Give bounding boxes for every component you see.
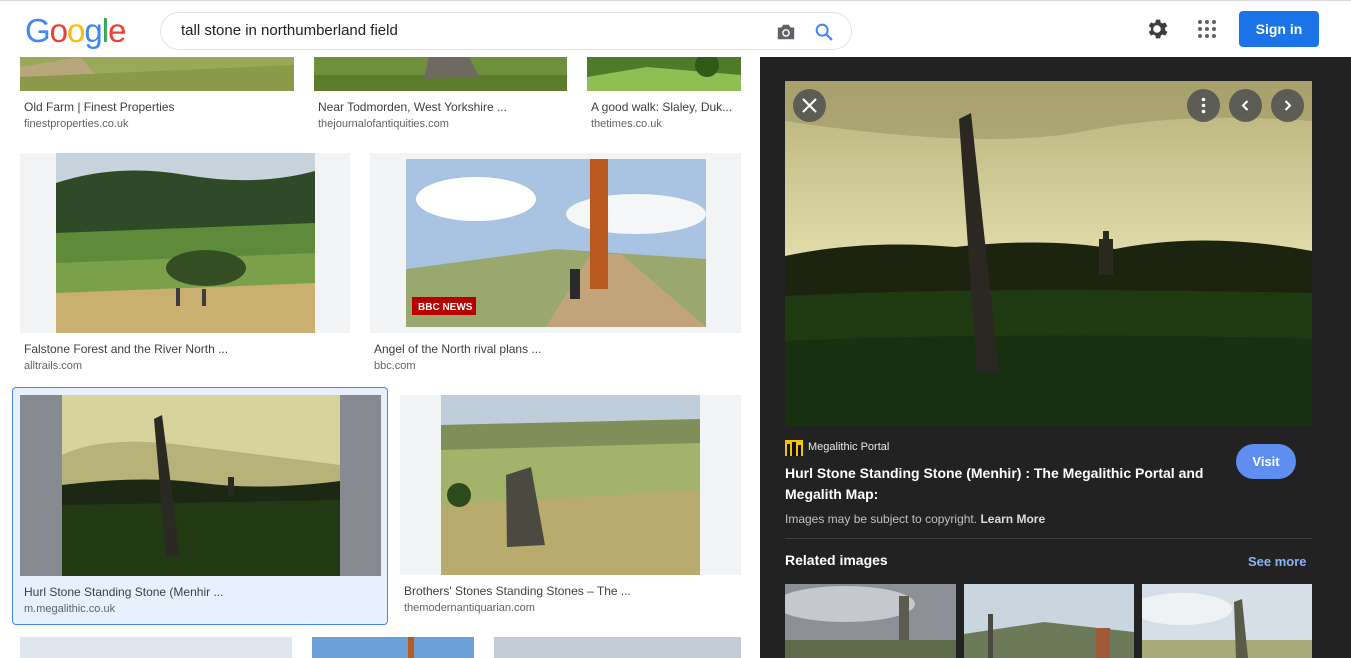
camera-icon[interactable] xyxy=(775,22,797,42)
previous-image-button[interactable] xyxy=(1229,89,1262,122)
result-tile[interactable]: Old Farm | Finest Properties finestprope… xyxy=(20,57,294,132)
more-vert-icon xyxy=(1201,97,1206,114)
result-source[interactable]: m.megalithic.co.uk xyxy=(24,603,115,615)
search-box[interactable] xyxy=(160,12,852,50)
megalithic-portal-logo-icon xyxy=(785,440,803,456)
divider xyxy=(785,538,1312,539)
result-title[interactable]: Near Todmorden, West Yorkshire ... xyxy=(318,100,564,114)
next-image-button[interactable] xyxy=(1271,89,1304,122)
result-tile-selected[interactable]: Hurl Stone Standing Stone (Menhir ... m.… xyxy=(12,387,388,625)
close-button[interactable] xyxy=(793,89,826,122)
close-icon xyxy=(802,98,817,113)
result-tile[interactable] xyxy=(494,637,741,658)
copyright-notice: Images may be subject to copyright. Lear… xyxy=(785,512,1045,526)
result-title[interactable]: A good walk: Slaley, Duk... xyxy=(591,100,739,114)
result-tile[interactable] xyxy=(20,637,292,658)
header: Google Sign in xyxy=(0,0,1351,57)
result-source[interactable]: thejournalofantiquities.com xyxy=(318,118,449,130)
visit-button[interactable]: Visit xyxy=(1236,444,1296,479)
result-thumbnail[interactable] xyxy=(587,57,741,91)
result-source[interactable]: thetimes.co.uk xyxy=(591,118,662,130)
result-tile[interactable]: A good walk: Slaley, Duk... thetimes.co.… xyxy=(587,57,741,132)
logo-letter: o xyxy=(67,12,85,49)
result-thumbnail[interactable] xyxy=(400,395,741,575)
google-logo[interactable]: Google xyxy=(25,12,126,50)
result-thumbnail[interactable] xyxy=(20,395,381,576)
see-more-link[interactable]: See more xyxy=(1248,554,1307,569)
result-thumbnail[interactable] xyxy=(494,637,741,658)
result-thumbnail[interactable] xyxy=(312,637,474,658)
result-title[interactable]: Old Farm | Finest Properties xyxy=(24,100,292,114)
result-tile[interactable] xyxy=(312,637,474,658)
result-thumbnail[interactable] xyxy=(314,57,567,91)
result-title[interactable]: Falstone Forest and the River North ... xyxy=(24,342,344,356)
gear-icon[interactable] xyxy=(1144,16,1170,42)
result-thumbnail[interactable] xyxy=(20,153,350,333)
result-tile[interactable]: Brothers' Stones Standing Stones – The .… xyxy=(400,395,741,617)
result-tile[interactable]: Falstone Forest and the River North ... … xyxy=(20,153,350,375)
result-tile[interactable]: Near Todmorden, West Yorkshire ... thejo… xyxy=(314,57,567,132)
copyright-text: Images may be subject to copyright. xyxy=(785,512,978,526)
apps-grid-icon[interactable] xyxy=(1195,17,1219,41)
bbc-news-badge: BBC NEWS xyxy=(418,302,473,313)
related-image[interactable] xyxy=(785,584,956,658)
learn-more-link[interactable]: Learn More xyxy=(980,512,1045,526)
result-title[interactable]: Angel of the North rival plans ... xyxy=(374,342,734,356)
chevron-left-icon xyxy=(1241,100,1249,111)
result-thumbnail[interactable]: BBC NEWS xyxy=(370,153,741,333)
image-results-grid: Old Farm | Finest Properties finestprope… xyxy=(0,57,760,658)
logo-letter: e xyxy=(108,12,126,49)
logo-letter: o xyxy=(49,12,68,49)
result-source[interactable]: bbc.com xyxy=(374,360,416,372)
result-source[interactable]: themodernantiquarian.com xyxy=(404,602,535,614)
more-options-button[interactable] xyxy=(1187,89,1220,122)
result-tile[interactable]: BBC NEWS Angel of the North rival plans … xyxy=(370,153,741,375)
sign-in-button[interactable]: Sign in xyxy=(1239,11,1319,47)
related-image[interactable] xyxy=(1142,584,1312,658)
image-preview-panel: Megalithic Portal Hurl Stone Standing St… xyxy=(760,57,1351,658)
result-title[interactable]: Brothers' Stones Standing Stones – The .… xyxy=(404,584,738,598)
search-input[interactable] xyxy=(181,22,761,39)
result-thumbnail[interactable] xyxy=(20,637,292,658)
result-thumbnail[interactable] xyxy=(20,57,294,91)
search-icon[interactable] xyxy=(813,21,835,43)
preview-source-name[interactable]: Megalithic Portal xyxy=(808,441,889,453)
logo-letter: g xyxy=(84,12,102,49)
chevron-right-icon xyxy=(1284,100,1292,111)
result-title[interactable]: Hurl Stone Standing Stone (Menhir ... xyxy=(24,585,379,599)
related-images-heading: Related images xyxy=(785,552,888,568)
result-source[interactable]: alltrails.com xyxy=(24,360,82,372)
preview-image[interactable] xyxy=(785,81,1312,426)
logo-letter: G xyxy=(25,12,51,49)
result-source[interactable]: finestproperties.co.uk xyxy=(24,118,129,130)
preview-title[interactable]: Hurl Stone Standing Stone (Menhir) : The… xyxy=(785,463,1215,505)
related-image[interactable] xyxy=(964,584,1134,658)
